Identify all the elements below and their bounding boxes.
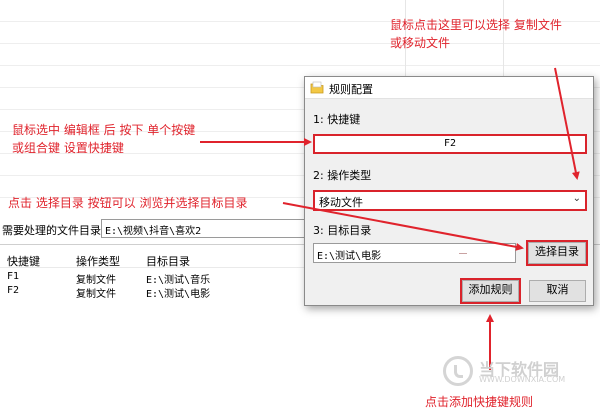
- target-dir-input[interactable]: E:\测试\电影: [313, 243, 516, 263]
- add-rule-button[interactable]: 添加规则: [462, 280, 519, 302]
- annotation-add-rule: 点击添加快捷键规则: [425, 395, 534, 409]
- row-target: E:\测试\电影: [146, 289, 211, 300]
- dialog-title: 规则配置: [329, 83, 373, 96]
- annotation-browse: 点击 选择目录 按钮可以 浏览并选择目标目录: [8, 196, 248, 210]
- target-dir-value: E:\测试\电影: [317, 251, 382, 262]
- table-row[interactable]: F1 复制文件 E:\测试\音乐: [0, 271, 320, 286]
- operation-type-label: 2: 操作类型: [313, 169, 372, 182]
- annotation-line: 鼠标选中 编辑框 后 按下 单个按键: [12, 123, 196, 137]
- hotkey-input[interactable]: F2: [313, 134, 587, 154]
- operation-type-value: 移动文件: [319, 196, 363, 209]
- list-header-divider: [0, 267, 320, 268]
- annotation-line: 或组合键 设置快捷键: [12, 141, 124, 155]
- rule-config-dialog: 规则配置 1: 快捷键 F2 2: 操作类型 移动文件 ⌄ 3: 目标目录 E:…: [304, 76, 594, 306]
- annotation-line: 或移动文件: [390, 36, 451, 50]
- target-dir-label: 3: 目标目录: [313, 224, 372, 237]
- annotation-op-select: 鼠标点击这里可以选择 复制文件 或移动文件: [390, 16, 562, 52]
- row-target: E:\测试\音乐: [146, 275, 211, 286]
- folder-icon: [310, 81, 324, 94]
- annotation-hotkey: 鼠标选中 编辑框 后 按下 单个按键 或组合键 设置快捷键: [12, 121, 195, 157]
- annotation-line: 鼠标点击这里可以选择 复制文件: [390, 18, 562, 32]
- row-op: 复制文件: [76, 289, 116, 300]
- hotkey-label: 1: 快捷键: [313, 113, 361, 126]
- dir-input[interactable]: E:\视频\抖音\喜欢2: [101, 219, 311, 238]
- watermark-logo-icon: [443, 356, 473, 386]
- watermark: 当下软件园 WWW.DOWNXIA.COM: [443, 356, 593, 386]
- dir-label: 需要处理的文件目录:: [2, 224, 105, 237]
- row-hotkey: F1: [7, 271, 20, 282]
- text-cursor-mark: [459, 253, 467, 254]
- operation-type-select[interactable]: 移动文件 ⌄: [313, 190, 587, 211]
- browse-dir-button[interactable]: 选择目录: [528, 242, 586, 264]
- cancel-button[interactable]: 取消: [529, 280, 586, 302]
- chevron-down-icon[interactable]: ⌄: [573, 193, 581, 204]
- row-op: 复制文件: [76, 275, 116, 286]
- list-header: 快捷键 操作类型 目标目录: [0, 253, 320, 268]
- row-hotkey: F2: [7, 285, 20, 296]
- dialog-titlebar[interactable]: 规则配置: [305, 77, 593, 99]
- watermark-url: WWW.DOWNXIA.COM: [479, 375, 566, 384]
- table-row[interactable]: F2 复制文件 E:\测试\电影: [0, 285, 320, 300]
